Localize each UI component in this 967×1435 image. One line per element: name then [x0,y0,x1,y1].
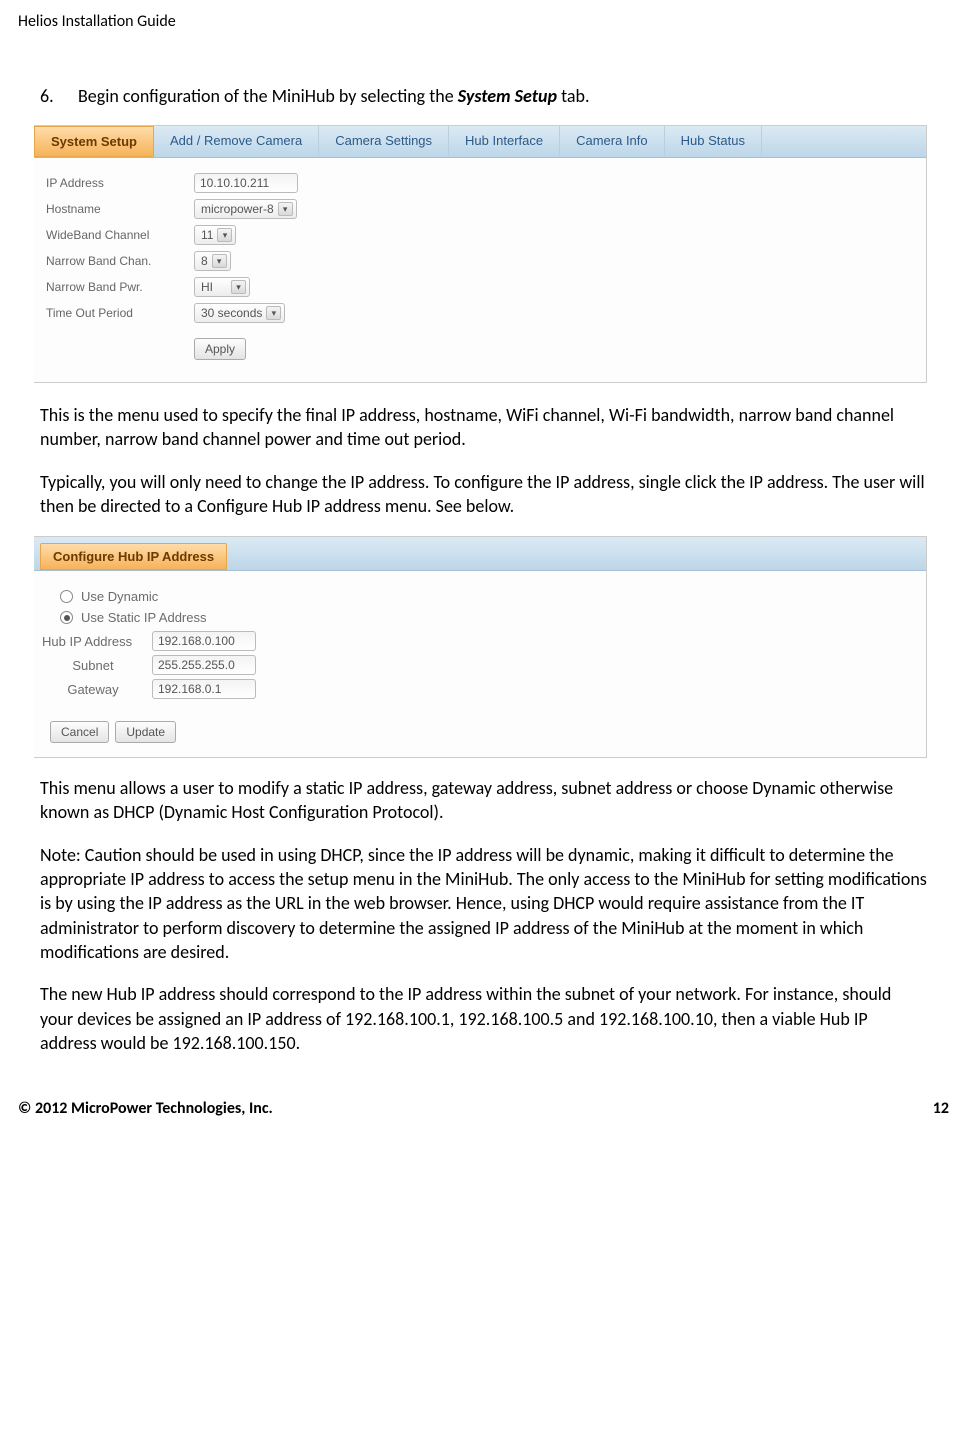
configure-hub-title: Configure Hub IP Address [40,543,227,570]
tab-add-remove-camera[interactable]: Add / Remove Camera [154,126,319,157]
timeout-label: Time Out Period [46,306,194,320]
step-post: tab. [557,85,590,107]
hostname-label: Hostname [46,202,194,216]
wideband-select[interactable]: 11 ▾ [194,225,236,245]
paragraph-4: Note: Caution should be used in using DH… [40,843,927,964]
narrowband-chan-label: Narrow Band Chan. [46,254,194,268]
chevron-down-icon: ▾ [212,254,227,268]
wideband-value: 11 [201,228,213,242]
cancel-button[interactable]: Cancel [50,721,109,743]
ip-address-label: IP Address [46,176,194,190]
tab-camera-info[interactable]: Camera Info [560,126,665,157]
paragraph-1: This is the menu used to specify the fin… [40,403,927,452]
update-button[interactable]: Update [115,721,176,743]
system-setup-screenshot: System Setup Add / Remove Camera Camera … [34,125,927,383]
hostname-value: micropower-8 [201,202,274,216]
subnet-field[interactable]: 255.255.255.0 [152,655,256,675]
tab-hub-status[interactable]: Hub Status [665,126,762,157]
narrowband-pwr-select[interactable]: HI ▾ [194,277,250,297]
tab-hub-interface[interactable]: Hub Interface [449,126,560,157]
tab-row: System Setup Add / Remove Camera Camera … [34,126,926,158]
doc-header: Helios Installation Guide [18,12,949,31]
hub-ip-label: Hub IP Address [42,634,152,649]
use-static-label: Use Static IP Address [81,610,207,625]
use-dynamic-radio[interactable] [60,590,73,603]
timeout-value: 30 seconds [201,306,262,320]
use-static-radio[interactable] [60,611,73,624]
paragraph-3: This menu allows a user to modify a stat… [40,776,927,825]
step-text: Begin configuration of the MiniHub by se… [78,85,927,107]
step-6: 6. Begin configuration of the MiniHub by… [40,85,927,107]
chevron-down-icon: ▾ [278,202,293,216]
hostname-select[interactable]: micropower-8 ▾ [194,199,297,219]
chevron-down-icon: ▾ [231,280,246,294]
paragraph-5: The new Hub IP address should correspond… [40,982,927,1055]
apply-button[interactable]: Apply [194,338,246,360]
narrowband-pwr-value: HI [201,280,213,294]
narrowband-chan-value: 8 [201,254,208,268]
footer-page-number: 12 [933,1099,949,1118]
subnet-label: Subnet [42,658,152,673]
footer-copyright: © 2012 MicroPower Technologies, Inc. [18,1099,273,1118]
narrowband-chan-select[interactable]: 8 ▾ [194,251,231,271]
timeout-select[interactable]: 30 seconds ▾ [194,303,285,323]
step-bold: System Setup [458,85,557,107]
ip-address-field[interactable]: 10.10.10.211 [194,173,298,193]
step-pre: Begin configuration of the MiniHub by se… [78,85,458,107]
configure-hub-ip-screenshot: Configure Hub IP Address Use Dynamic Use… [34,536,927,758]
step-number: 6. [40,85,78,107]
use-dynamic-label: Use Dynamic [81,589,158,604]
narrowband-pwr-label: Narrow Band Pwr. [46,280,194,294]
configure-hub-header: Configure Hub IP Address [34,537,926,571]
paragraph-2: Typically, you will only need to change … [40,470,927,519]
wideband-label: WideBand Channel [46,228,194,242]
chevron-down-icon: ▾ [217,228,232,242]
hub-ip-field[interactable]: 192.168.0.100 [152,631,256,651]
gateway-label: Gateway [42,682,152,697]
tab-camera-settings[interactable]: Camera Settings [319,126,449,157]
tab-system-setup[interactable]: System Setup [34,126,154,157]
gateway-field[interactable]: 192.168.0.1 [152,679,256,699]
chevron-down-icon: ▾ [266,306,281,320]
